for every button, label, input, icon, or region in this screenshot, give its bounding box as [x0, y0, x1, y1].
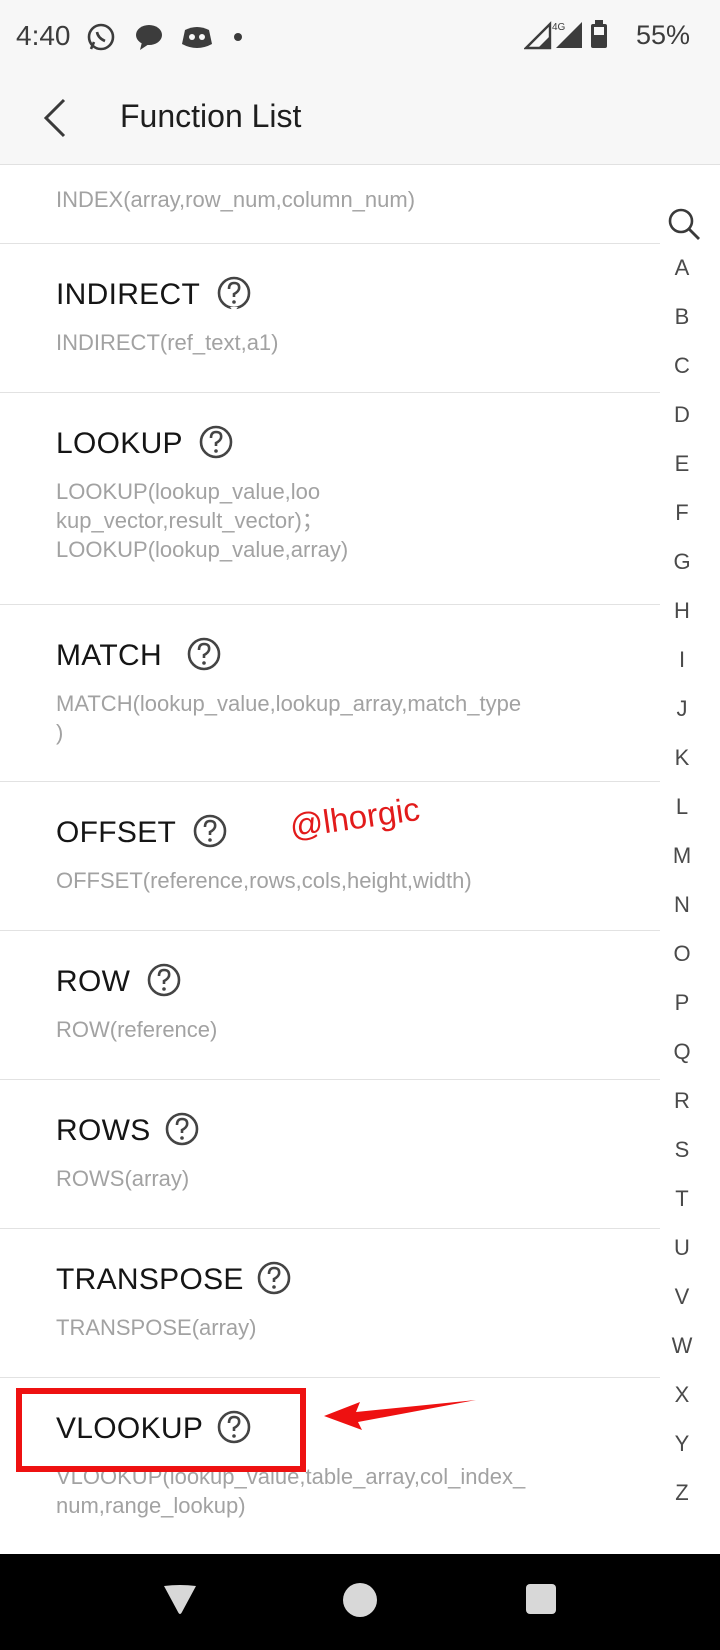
question-circle-icon[interactable] — [192, 813, 228, 851]
function-name: OFFSET — [56, 816, 177, 849]
back-button[interactable] — [36, 96, 76, 140]
alpha-index-letter-u[interactable]: U — [660, 1235, 704, 1261]
function-syntax: MATCH(lookup_value,lookup_array,match_ty… — [56, 691, 522, 745]
question-circle-icon[interactable] — [198, 424, 234, 462]
highlight-box — [16, 1388, 306, 1472]
dot-icon — [234, 33, 242, 41]
alpha-index-letter-j[interactable]: J — [660, 696, 704, 722]
function-name: ROW — [56, 965, 131, 998]
function-name: MATCH — [56, 639, 162, 672]
function-syntax: LOOKUP(lookup_value,loo kup_vector,resul… — [56, 479, 349, 562]
network-label: 4G — [552, 22, 566, 33]
alpha-index-letter-l[interactable]: L — [660, 794, 704, 820]
alpha-index-letter-y[interactable]: Y — [660, 1431, 704, 1457]
alpha-index-letter-a[interactable]: A — [660, 255, 704, 281]
alpha-index-letter-o[interactable]: O — [660, 941, 704, 967]
function-item-lookup[interactable]: LOOKUP LOOKUP(lookup_value,loo kup_vecto… — [0, 393, 660, 605]
status-bar: 4:40 4G 55% — [0, 0, 720, 72]
alpha-index-letter-t[interactable]: T — [660, 1186, 704, 1212]
alpha-index-letter-k[interactable]: K — [660, 745, 704, 771]
navigation-bar — [0, 1554, 720, 1650]
recents-square-icon[interactable] — [524, 1582, 558, 1616]
alpha-index-letter-f[interactable]: F — [660, 500, 704, 526]
home-circle-icon[interactable] — [342, 1582, 378, 1618]
alpha-index-letter-n[interactable]: N — [660, 892, 704, 918]
signal-4g-icon: 4G — [552, 22, 582, 48]
chevron-left-icon — [43, 98, 66, 138]
alpha-index-letter-d[interactable]: D — [660, 402, 704, 428]
signal-icon — [524, 21, 552, 50]
alpha-index-letter-p[interactable]: P — [660, 990, 704, 1016]
search-icon[interactable] — [666, 206, 702, 242]
function-item-row[interactable]: ROW ROW(reference) — [0, 931, 660, 1080]
function-item-index[interactable]: INDEX(array,row_num,column_num) — [0, 165, 660, 244]
discord-icon — [182, 27, 212, 48]
function-syntax: INDEX(array,row_num,column_num) — [56, 187, 416, 212]
alpha-index-letter-b[interactable]: B — [660, 304, 704, 330]
function-item-indirect[interactable]: INDIRECT INDIRECT(ref_text,a1) — [0, 244, 660, 393]
alpha-index-letter-e[interactable]: E — [660, 451, 704, 477]
function-name: INDIRECT — [56, 278, 201, 311]
question-circle-icon[interactable] — [256, 1260, 292, 1298]
function-syntax: ROWS(array) — [56, 1166, 190, 1191]
alpha-index-letter-z[interactable]: Z — [660, 1480, 704, 1506]
red-arrow-icon — [324, 1400, 476, 1430]
function-syntax: TRANSPOSE(array) — [56, 1315, 257, 1340]
status-time: 4:40 — [16, 20, 71, 51]
battery-icon — [591, 20, 607, 48]
function-syntax: OFFSET(reference,rows,cols,height,width) — [56, 868, 472, 893]
alpha-index-letter-g[interactable]: G — [660, 549, 704, 575]
question-circle-icon[interactable] — [216, 275, 252, 313]
function-name: TRANSPOSE — [56, 1263, 244, 1296]
question-circle-icon[interactable] — [164, 1111, 200, 1149]
question-circle-icon[interactable] — [186, 636, 222, 674]
chat-icon — [136, 25, 162, 50]
alpha-index-letter-c[interactable]: C — [660, 353, 704, 379]
battery-percent: 55% — [635, 20, 690, 50]
function-syntax: INDIRECT(ref_text,a1) — [56, 330, 279, 355]
function-syntax: ROW(reference) — [56, 1017, 218, 1042]
alpha-index-letter-m[interactable]: M — [660, 843, 704, 869]
function-item-match[interactable]: MATCH MATCH(lookup_value,lookup_array,ma… — [0, 605, 660, 782]
app-header: Function List — [0, 72, 720, 165]
function-name: LOOKUP — [56, 427, 183, 460]
back-triangle-icon[interactable] — [160, 1582, 200, 1618]
alpha-index-letter-i[interactable]: I — [660, 647, 704, 673]
alpha-index-letter-x[interactable]: X — [660, 1382, 704, 1408]
alpha-index-letter-q[interactable]: Q — [660, 1039, 704, 1065]
whatsapp-icon — [87, 23, 115, 51]
alpha-index-letter-v[interactable]: V — [660, 1284, 704, 1310]
question-circle-icon[interactable] — [146, 962, 182, 1000]
function-item-rows[interactable]: ROWS ROWS(array) — [0, 1080, 660, 1229]
alpha-index-letter-s[interactable]: S — [660, 1137, 704, 1163]
page-title: Function List — [120, 98, 302, 134]
function-name: ROWS — [56, 1114, 151, 1147]
function-item-transpose[interactable]: TRANSPOSE TRANSPOSE(array) — [0, 1229, 660, 1378]
alpha-index-letter-h[interactable]: H — [660, 598, 704, 624]
alpha-index-letter-w[interactable]: W — [660, 1333, 704, 1359]
alpha-index-letter-r[interactable]: R — [660, 1088, 704, 1114]
